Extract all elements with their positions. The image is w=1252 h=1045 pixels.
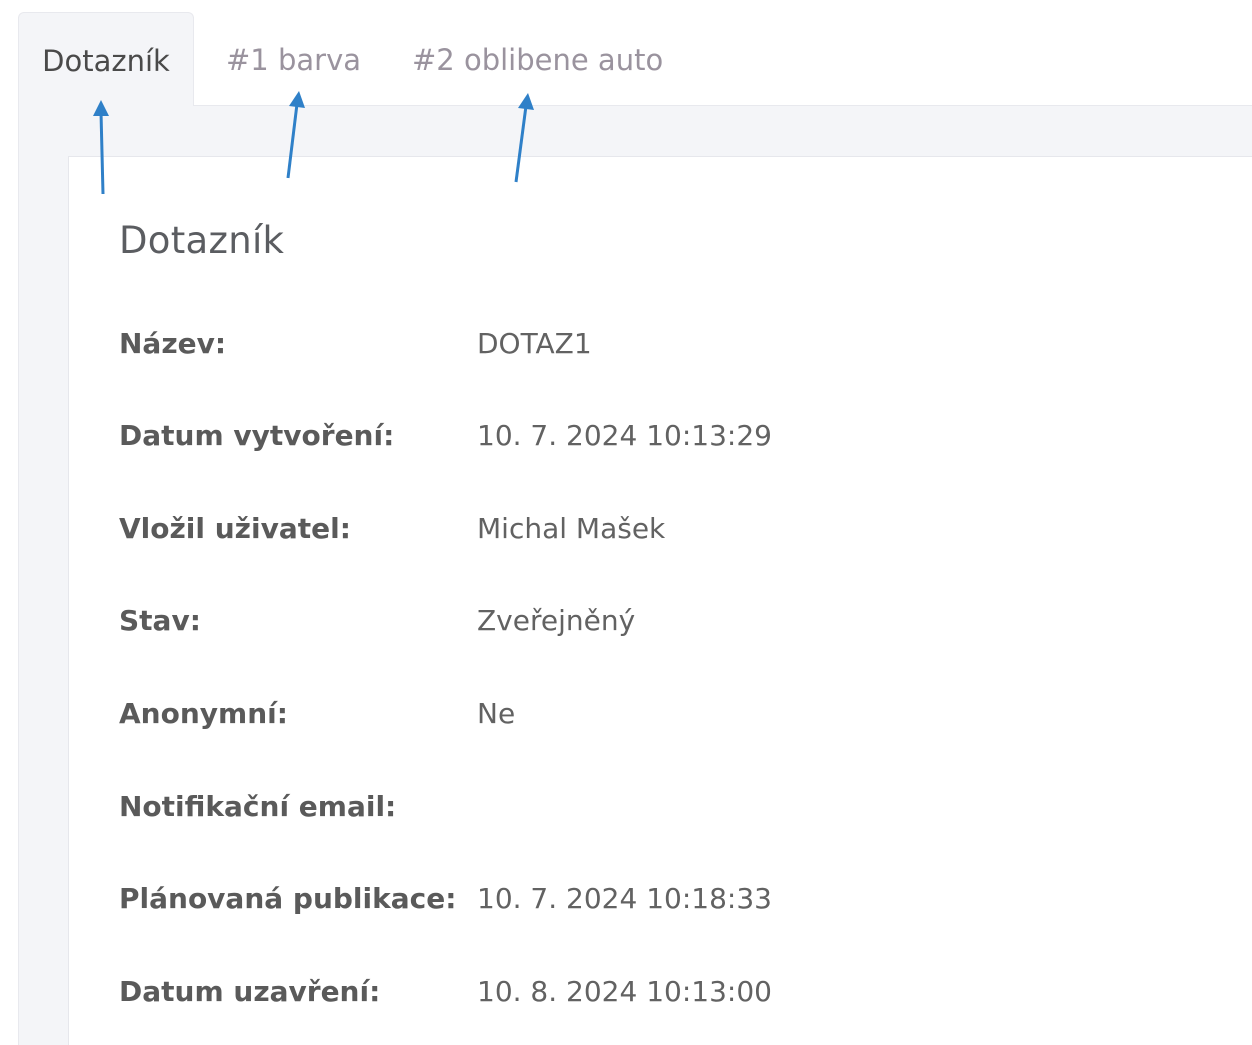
- tab-oblibene-auto[interactable]: #2 oblibene auto: [412, 12, 663, 106]
- field-label: Vložil uživatel:: [119, 512, 351, 545]
- field-planovana-publikace: Plánovaná publikace: 10. 7. 2024 10:18:3…: [119, 882, 1019, 922]
- field-stav: Stav: Zveřejněný: [119, 604, 1019, 644]
- field-datum-uzavreni: Datum uzavření: 10. 8. 2024 10:13:00: [119, 975, 1019, 1015]
- tab-dotaznik[interactable]: Dotazník: [18, 12, 194, 106]
- field-value: DOTAZ1: [477, 327, 592, 360]
- field-value: Michal Mašek: [477, 512, 666, 545]
- field-value: 10. 7. 2024 10:13:29: [477, 419, 772, 452]
- page: Dotazník #1 barva #2 oblibene auto Dotaz…: [0, 0, 1252, 1045]
- field-value: Zveřejněný: [477, 604, 636, 637]
- field-value: 10. 7. 2024 10:18:33: [477, 882, 772, 915]
- field-label: Plánovaná publikace:: [119, 882, 457, 915]
- field-datum-vytvoreni: Datum vytvoření: 10. 7. 2024 10:13:29: [119, 419, 1019, 459]
- field-label: Stav:: [119, 604, 201, 637]
- field-value: 10. 8. 2024 10:13:00: [477, 975, 772, 1008]
- tab-bar: Dotazník #1 barva #2 oblibene auto: [18, 0, 1252, 106]
- field-label: Anonymní:: [119, 697, 288, 730]
- field-label: Datum vytvoření:: [119, 419, 395, 452]
- card-title: Dotazník: [119, 219, 285, 262]
- field-label: Notifikační email:: [119, 790, 397, 823]
- field-notifikacni-email: Notifikační email:: [119, 790, 1019, 830]
- field-vlozil-uzivatel: Vložil uživatel: Michal Mašek: [119, 512, 1019, 552]
- field-anonymni: Anonymní: Ne: [119, 697, 1019, 737]
- questionnaire-card: Dotazník Název: DOTAZ1 Datum vytvoření: …: [68, 156, 1252, 1045]
- field-label: Název:: [119, 327, 227, 360]
- field-nazev: Název: DOTAZ1: [119, 327, 1019, 367]
- field-label: Datum uzavření:: [119, 975, 381, 1008]
- tab-barva[interactable]: #1 barva: [226, 12, 361, 106]
- field-value: Ne: [477, 697, 516, 730]
